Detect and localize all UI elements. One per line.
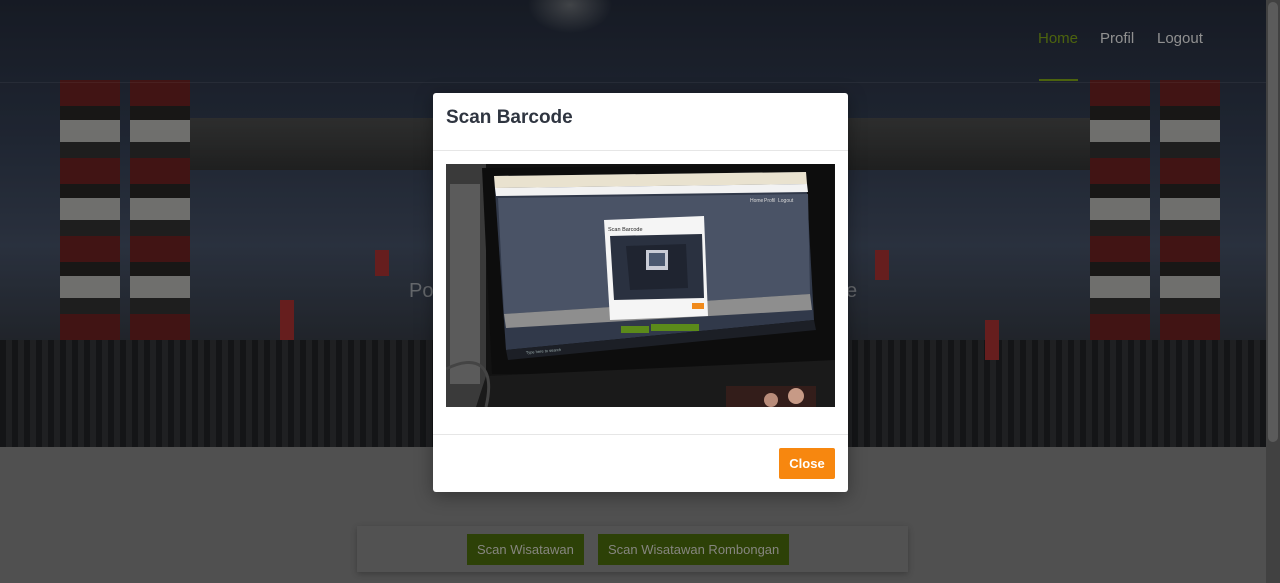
- camera-feed-icon: Home Profil Logout Scan Barcode Type her…: [446, 164, 835, 407]
- inner-nav-text: Profil: [764, 198, 775, 204]
- modal-header: Scan Barcode: [433, 93, 848, 151]
- inner-nav-text: Logout: [778, 198, 794, 204]
- modal-title: Scan Barcode: [446, 107, 573, 128]
- scan-barcode-modal: Scan Barcode Home Profil Logout Scan Bar…: [433, 93, 848, 492]
- camera-feed: Home Profil Logout Scan Barcode Type her…: [446, 164, 835, 407]
- inner-modal-title: Scan Barcode: [608, 227, 643, 233]
- close-button[interactable]: Close: [779, 448, 835, 479]
- modal-footer: Close: [433, 434, 848, 493]
- inner-nav-text: Home: [750, 198, 764, 204]
